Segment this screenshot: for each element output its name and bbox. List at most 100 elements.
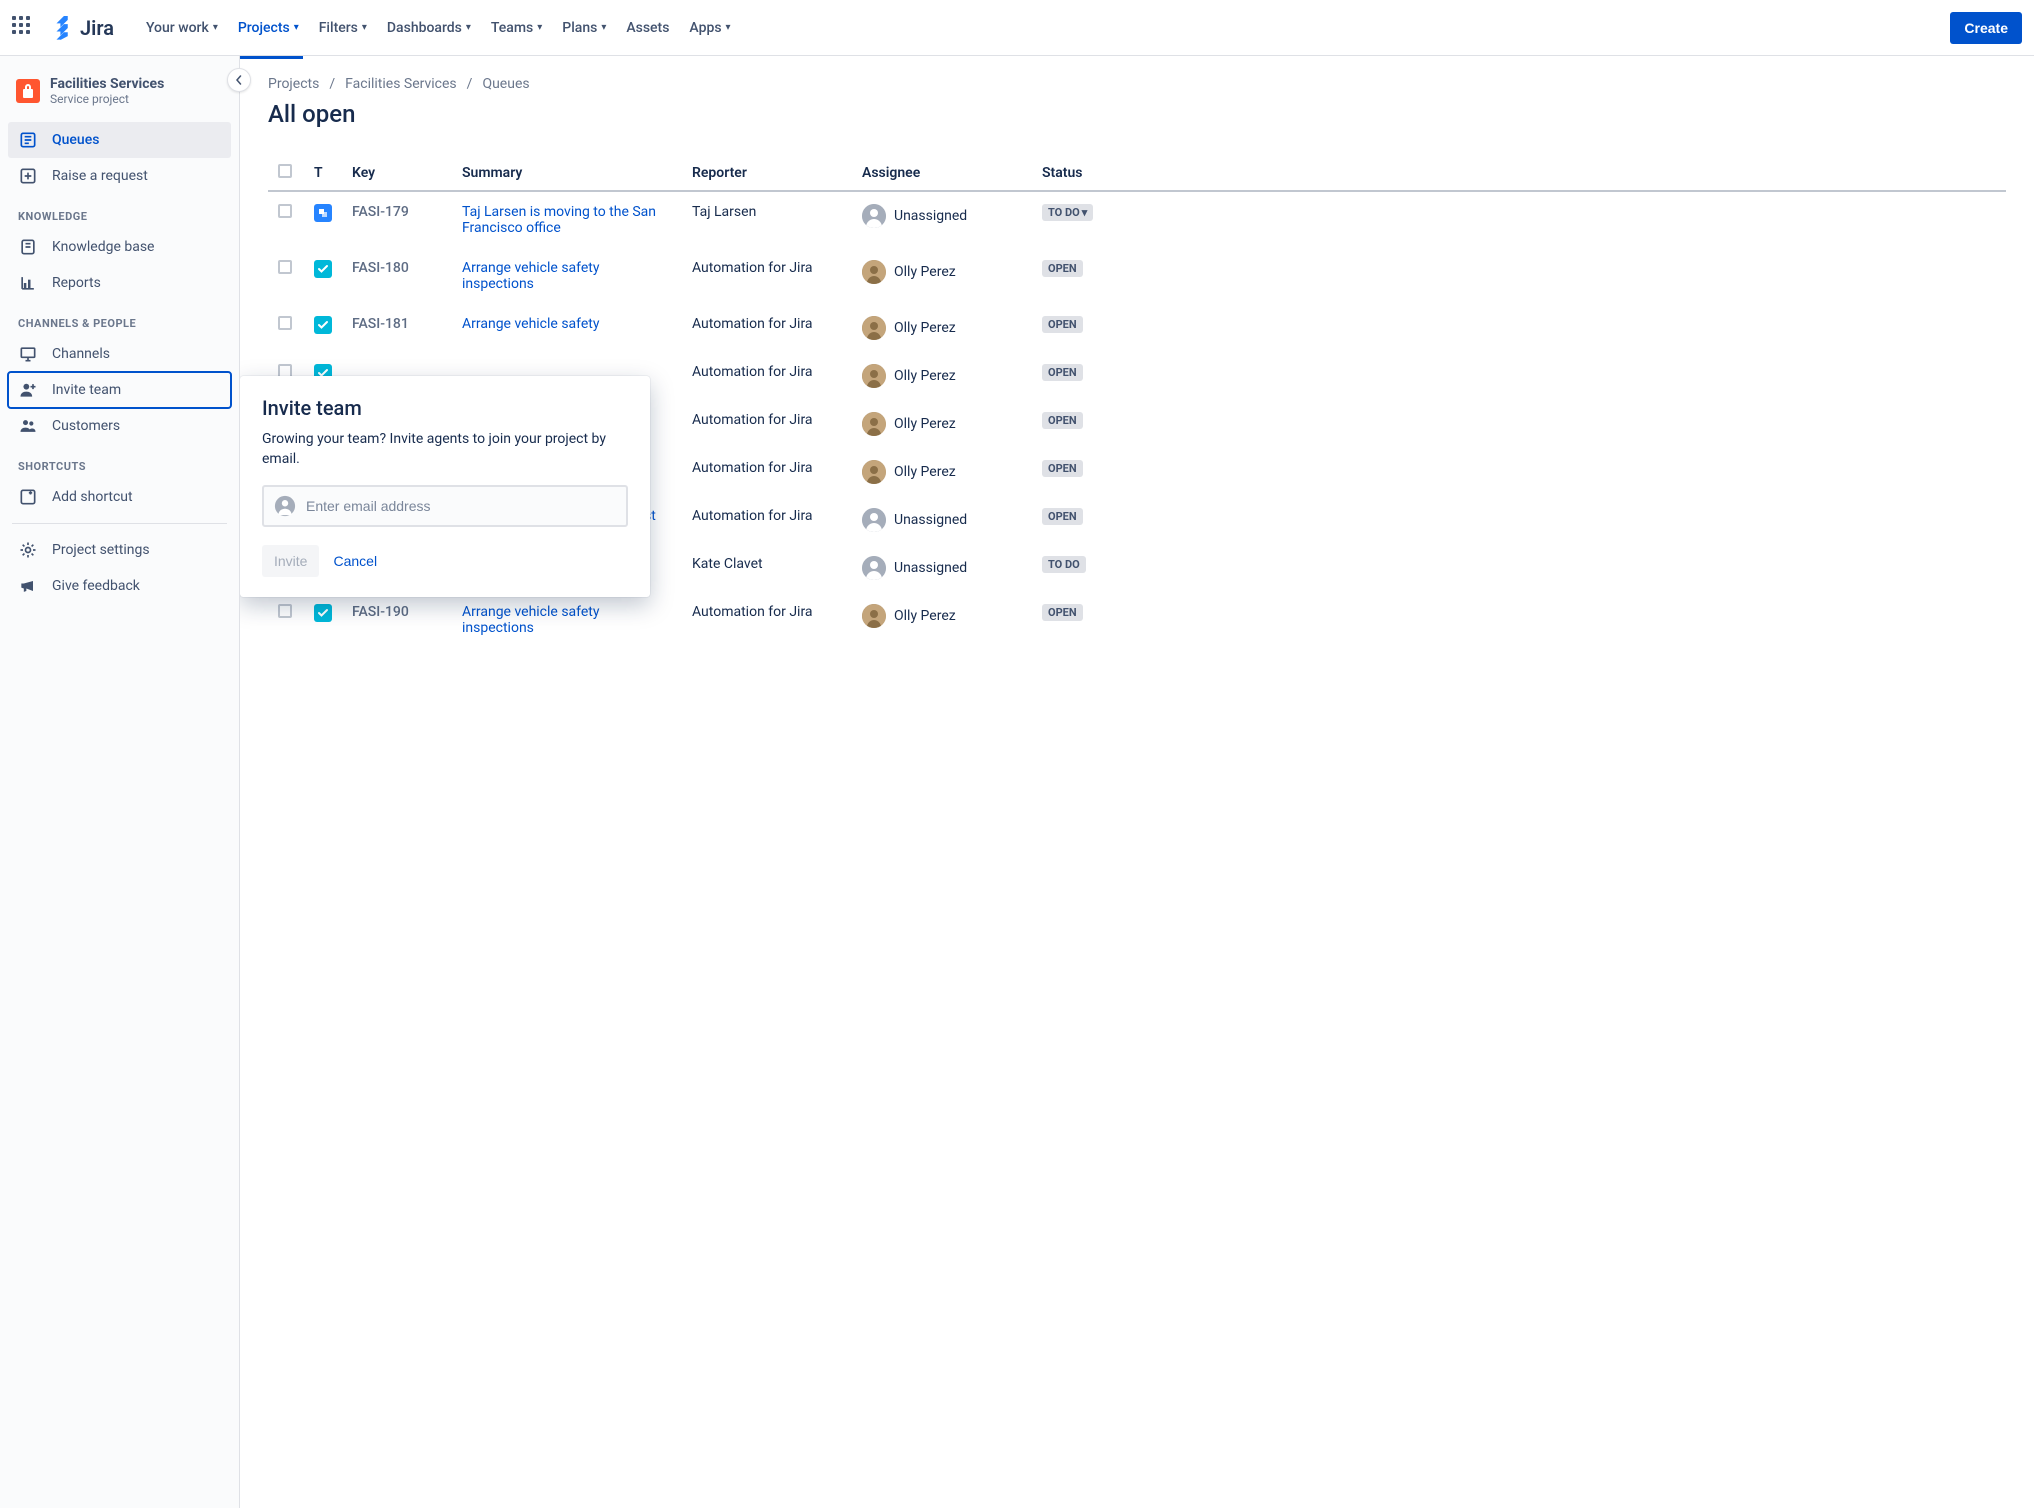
nav-projects[interactable]: Projects▾	[230, 14, 307, 42]
main-content: Projects / Facilities Services / Queues …	[240, 56, 2034, 1508]
nav-your-work[interactable]: Your work▾	[138, 14, 226, 42]
monitor-icon	[18, 344, 38, 364]
assignee-avatar	[862, 508, 886, 532]
jira-icon	[52, 16, 76, 40]
person-icon	[274, 495, 296, 517]
row-checkbox[interactable]	[278, 260, 292, 274]
nav-teams[interactable]: Teams▾	[483, 14, 550, 42]
megaphone-icon	[18, 576, 38, 596]
app-switcher-icon[interactable]	[12, 16, 36, 40]
email-input[interactable]	[306, 498, 616, 514]
row-checkbox[interactable]	[278, 204, 292, 218]
issue-summary-link[interactable]: Arrange vehicle safety	[462, 316, 599, 332]
breadcrumb-projects[interactable]: Projects	[268, 76, 319, 92]
issue-key[interactable]: FASI-180	[352, 260, 409, 276]
sidebar-item-queues[interactable]: Queues	[8, 122, 231, 158]
create-button[interactable]: Create	[1950, 12, 2022, 44]
nav-items: Your work▾Projects▾Filters▾Dashboards▾Te…	[138, 14, 1942, 42]
invite-team-popover: Invite team Growing your team? Invite ag…	[240, 376, 650, 597]
col-reporter[interactable]: Reporter	[682, 156, 852, 191]
project-icon	[16, 79, 40, 103]
assignee-avatar	[862, 260, 886, 284]
col-status[interactable]: Status	[1032, 156, 2006, 191]
issue-type-icon	[314, 604, 332, 622]
sidebar-item-project-settings[interactable]: Project settings	[8, 532, 231, 568]
select-all-checkbox[interactable]	[278, 164, 292, 178]
raise-icon	[18, 166, 38, 186]
nav-plans[interactable]: Plans▾	[554, 14, 614, 42]
cancel-button[interactable]: Cancel	[333, 553, 377, 569]
sidebar-item-knowledge-base[interactable]: Knowledge base	[8, 229, 231, 265]
top-nav: Jira Your work▾Projects▾Filters▾Dashboar…	[0, 0, 2034, 56]
status-badge[interactable]: OPEN	[1042, 364, 1083, 381]
queue-icon	[18, 130, 38, 150]
reporter-name: Kate Clavet	[692, 556, 763, 572]
sidebar-divider	[12, 523, 227, 524]
sidebar: Facilities Services Service project Queu…	[0, 56, 240, 1508]
chart-icon	[18, 273, 38, 293]
sidebar-item-give-feedback[interactable]: Give feedback	[8, 568, 231, 604]
sidebar-item-reports[interactable]: Reports	[8, 265, 231, 301]
status-badge[interactable]: OPEN	[1042, 460, 1083, 477]
sidebar-item-label: Invite team	[52, 382, 121, 398]
jira-logo[interactable]: Jira	[52, 16, 114, 40]
chevron-down-icon: ▾	[1082, 206, 1088, 219]
sidebar-item-raise-a-request[interactable]: Raise a request	[8, 158, 231, 194]
assignee-avatar	[862, 204, 886, 228]
issue-key[interactable]: FASI-181	[352, 316, 409, 332]
breadcrumb: Projects / Facilities Services / Queues	[268, 76, 2006, 92]
project-name: Facilities Services	[50, 76, 164, 92]
assignee-name: Olly Perez	[894, 464, 956, 480]
sidebar-item-label: Give feedback	[52, 578, 140, 594]
project-header: Facilities Services Service project	[8, 72, 231, 122]
issue-type-icon	[314, 204, 332, 222]
status-badge[interactable]: OPEN	[1042, 316, 1083, 333]
nav-filters[interactable]: Filters▾	[311, 14, 375, 42]
popover-title: Invite team	[262, 396, 628, 420]
sidebar-item-label: Customers	[52, 418, 120, 434]
reporter-name: Automation for Jira	[692, 604, 813, 620]
breadcrumb-sep: /	[467, 76, 473, 92]
breadcrumb-queues[interactable]: Queues	[482, 76, 529, 92]
sidebar-item-invite-team[interactable]: Invite team	[8, 372, 231, 408]
nav-dashboards[interactable]: Dashboards▾	[379, 14, 479, 42]
status-badge[interactable]: OPEN	[1042, 604, 1083, 621]
assignee-name: Unassigned	[894, 208, 967, 224]
status-badge[interactable]: OPEN	[1042, 508, 1083, 525]
nav-assets[interactable]: Assets	[618, 14, 677, 42]
col-type[interactable]: T	[304, 156, 342, 191]
sidebar-item-customers[interactable]: Customers	[8, 408, 231, 444]
nav-apps[interactable]: Apps▾	[681, 14, 738, 42]
issue-key[interactable]: FASI-179	[352, 204, 409, 220]
status-badge[interactable]: OPEN	[1042, 260, 1083, 277]
reporter-name: Automation for Jira	[692, 364, 813, 380]
assignee-name: Olly Perez	[894, 264, 956, 280]
issue-summary-link[interactable]: Taj Larsen is moving to the San Francisc…	[462, 204, 656, 236]
reporter-name: Automation for Jira	[692, 412, 813, 428]
status-badge[interactable]: TO DO	[1042, 556, 1086, 573]
invite-button[interactable]: Invite	[262, 545, 319, 577]
assignee-avatar	[862, 460, 886, 484]
chevron-down-icon: ▾	[294, 22, 299, 33]
assignee-avatar	[862, 412, 886, 436]
chevron-down-icon: ▾	[726, 22, 731, 33]
col-assignee[interactable]: Assignee	[852, 156, 1032, 191]
row-checkbox[interactable]	[278, 316, 292, 330]
project-type: Service project	[50, 92, 164, 106]
col-summary[interactable]: Summary	[452, 156, 682, 191]
assignee-avatar	[862, 556, 886, 580]
sidebar-item-add-shortcut[interactable]: Add shortcut	[8, 479, 231, 515]
issue-summary-link[interactable]: Arrange vehicle safety inspections	[462, 260, 599, 292]
issue-type-icon	[314, 316, 332, 334]
assignee-name: Unassigned	[894, 512, 967, 528]
status-badge[interactable]: OPEN	[1042, 412, 1083, 429]
issue-key[interactable]: FASI-190	[352, 604, 409, 620]
page-title: All open	[268, 100, 2006, 128]
breadcrumb-project[interactable]: Facilities Services	[345, 76, 457, 92]
issue-summary-link[interactable]: Arrange vehicle safety inspections	[462, 604, 599, 636]
status-badge[interactable]: TO DO ▾	[1042, 204, 1093, 221]
row-checkbox[interactable]	[278, 604, 292, 618]
sidebar-item-channels[interactable]: Channels	[8, 336, 231, 372]
chevron-down-icon: ▾	[362, 22, 367, 33]
col-key[interactable]: Key	[342, 156, 452, 191]
